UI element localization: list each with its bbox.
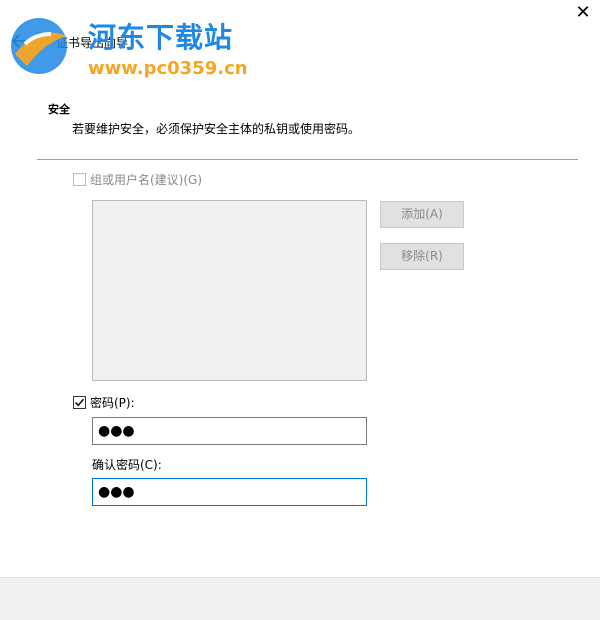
remove-button[interactable]: 移除(R) [380,243,464,270]
checkmark-icon [75,398,85,407]
header-divider [37,159,578,160]
close-button[interactable]: ✕ [572,3,594,25]
group-or-user-checkbox[interactable] [73,173,86,186]
confirm-password-label: 确认密码(C): [92,458,162,472]
password-checkbox[interactable] [73,396,86,409]
close-icon: ✕ [575,2,591,23]
password-label: 密码(P): [90,396,135,410]
watermark-logo-icon [11,18,67,74]
section-title: 安全 [48,103,70,116]
group-or-user-listbox[interactable] [92,200,367,381]
watermark-url: www.pc0359.cn [88,58,248,79]
confirm-password-input[interactable]: ●●● [92,478,367,506]
section-description: 若要维护安全，必须保护安全主体的私钥或使用密码。 [72,122,361,136]
password-input[interactable]: ●●● [92,417,367,445]
add-button[interactable]: 添加(A) [380,201,464,228]
group-or-user-label: 组或用户名(建议)(G) [90,173,203,187]
footer-bar [0,577,600,620]
watermark-site-name: 河东下载站 [88,21,234,54]
